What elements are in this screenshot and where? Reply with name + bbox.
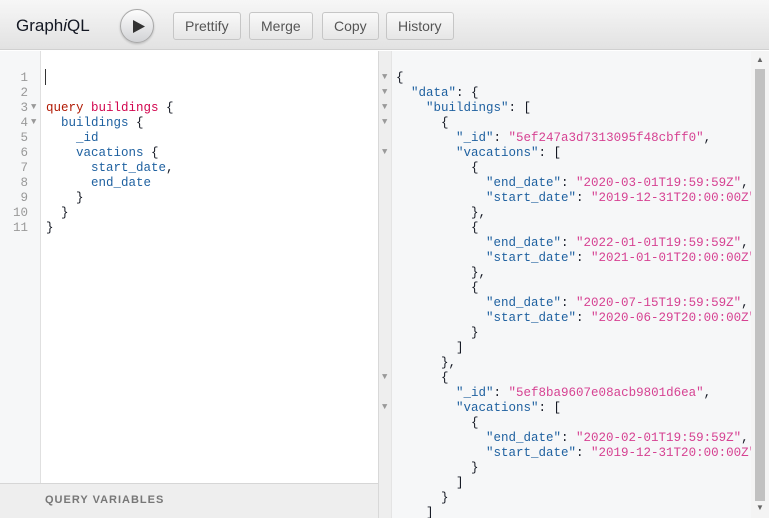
closing-brace: } <box>76 191 84 205</box>
result-scrollbar[interactable]: ▲ ▼ <box>751 51 769 518</box>
line-number: 4 <box>20 116 28 130</box>
field-id: _id <box>76 131 99 145</box>
field-end-date: end_date <box>91 176 152 190</box>
json-key: "end_date" <box>486 176 562 190</box>
query-editor[interactable]: query buildings { buildings { _id vacati… <box>41 51 378 483</box>
json-string: "2020-02-01T19:59:59Z" <box>576 431 742 445</box>
prettify-button[interactable]: Prettify <box>173 12 241 40</box>
json-key: "end_date" <box>486 296 562 310</box>
json-key: "end_date" <box>486 431 562 445</box>
json-key: "start_date" <box>486 311 577 325</box>
json-key: "start_date" <box>486 191 577 205</box>
fold-icon[interactable]: ▼ <box>382 117 387 127</box>
json-string: "5ef8ba9607e08acb9801d6ea" <box>508 386 704 400</box>
json-string: "2019-12-31T20:00:00Z" <box>591 446 751 460</box>
result-viewer: { "data": { "buildings": [ { "_id": "5ef… <box>392 51 751 518</box>
json-string: "2019-12-31T20:00:00Z" <box>591 191 751 205</box>
fold-icon[interactable]: ▼ <box>382 72 387 82</box>
scroll-up-arrow-icon[interactable]: ▲ <box>756 55 764 64</box>
json-key: "vacations" <box>456 146 539 160</box>
play-icon <box>133 20 145 33</box>
line-number: 11 <box>12 221 28 235</box>
json-key: "end_date" <box>486 236 562 250</box>
json-string: "2022-01-01T19:59:59Z" <box>576 236 742 250</box>
copy-button[interactable]: Copy <box>322 12 379 40</box>
json-string: "2020-03-01T19:59:59Z" <box>576 176 742 190</box>
json-key: "vacations" <box>456 401 539 415</box>
fold-icon[interactable]: ▼ <box>31 102 36 112</box>
json-key: "_id" <box>456 131 494 145</box>
line-number: 8 <box>20 176 28 190</box>
history-button[interactable]: History <box>386 12 454 40</box>
line-number: 9 <box>20 191 28 205</box>
line-number: 3 <box>20 101 28 115</box>
json-key: "_id" <box>456 386 494 400</box>
line-number: 1 <box>20 71 28 85</box>
scroll-down-arrow-icon[interactable]: ▼ <box>756 503 764 512</box>
operation-name: buildings <box>91 101 159 115</box>
query-variables-label: QUERY VARIABLES <box>45 494 165 506</box>
field-buildings: buildings <box>61 116 129 130</box>
json-key: "data" <box>411 86 457 100</box>
line-number: 7 <box>20 161 28 175</box>
query-variables-bar[interactable]: QUERY VARIABLES <box>0 483 379 518</box>
line-number: 6 <box>20 146 28 160</box>
query-keyword: query <box>46 101 84 115</box>
json-key: "buildings" <box>426 101 509 115</box>
field-vacations: vacations <box>76 146 144 160</box>
closing-brace: } <box>46 221 54 235</box>
json-key: "start_date" <box>486 251 577 265</box>
closing-brace: } <box>61 206 69 220</box>
json-string: "2021-01-01T20:00:00Z" <box>591 251 751 265</box>
line-number: 2 <box>20 86 28 100</box>
toolbar: GraphiQL Prettify Merge Copy History <box>0 0 769 50</box>
field-start-date: start_date <box>91 161 167 175</box>
fold-icon[interactable]: ▼ <box>382 372 387 382</box>
fold-icon[interactable]: ▼ <box>31 117 36 127</box>
line-number-gutter: 1 2 3 4 5 6 7 8 9 10 11 ▼ ▼ <box>0 51 41 483</box>
line-number: 5 <box>20 131 28 145</box>
fold-icon[interactable]: ▼ <box>382 147 387 157</box>
json-key: "start_date" <box>486 446 577 460</box>
json-string: "5ef247a3d7313095f48cbff0" <box>508 131 704 145</box>
merge-button[interactable]: Merge <box>249 12 313 40</box>
fold-icon[interactable]: ▼ <box>382 87 387 97</box>
app-title: GraphiQL <box>16 16 90 35</box>
line-number: 10 <box>12 206 28 220</box>
json-string: "2020-07-15T19:59:59Z" <box>576 296 742 310</box>
fold-icon[interactable]: ▼ <box>382 402 387 412</box>
execute-button[interactable] <box>120 9 154 43</box>
scrollbar-thumb[interactable] <box>755 69 765 501</box>
json-string: "2020-06-29T20:00:00Z" <box>591 311 751 325</box>
text-cursor <box>45 69 46 85</box>
fold-icon[interactable]: ▼ <box>382 102 387 112</box>
